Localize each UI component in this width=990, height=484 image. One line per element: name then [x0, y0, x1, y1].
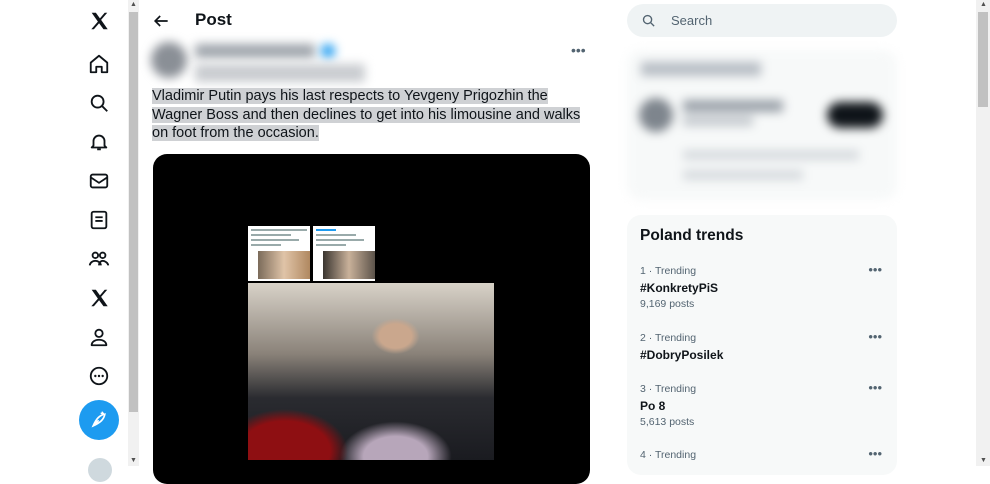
left-nav: [78, 0, 120, 466]
post-text: Vladimir Putin pays his last respects to…: [152, 87, 592, 143]
more-horizontal-icon[interactable]: •••: [571, 42, 586, 58]
trend-item[interactable]: 1 · Trending #KonkretyPiS 9,169 posts ••…: [640, 263, 890, 311]
trends-title: Poland trends: [640, 227, 744, 244]
trend-name: Po 8: [640, 399, 666, 413]
video-frame: [248, 283, 494, 460]
page-title: Post: [195, 10, 232, 29]
trend-meta: 4 · Trending: [640, 449, 697, 461]
home-icon[interactable]: [78, 47, 120, 81]
lists-icon[interactable]: [78, 203, 120, 237]
more-horizontal-icon[interactable]: •••: [868, 330, 882, 343]
embedded-post-thumbnail: [313, 226, 375, 281]
scroll-down-arrow[interactable]: ▼: [128, 456, 139, 466]
search-icon[interactable]: [78, 86, 120, 120]
scroll-down-arrow[interactable]: ▼: [978, 456, 989, 466]
compose-button[interactable]: [79, 400, 119, 440]
trend-item[interactable]: 2 · Trending #DobryPosilek •••: [640, 330, 890, 364]
bell-icon[interactable]: [78, 125, 120, 159]
trend-meta: 1 · Trending: [640, 265, 697, 277]
suggested-handle: [683, 116, 753, 126]
x-premium-icon[interactable]: [78, 281, 120, 315]
post-text-content: Vladimir Putin pays his last respects to…: [152, 88, 581, 141]
x-logo-icon[interactable]: [78, 4, 120, 38]
trend-item[interactable]: 4 · Trending •••: [640, 447, 890, 462]
suggested-bio: [683, 150, 859, 160]
panel-title: [641, 62, 761, 76]
scrollbar-thumb[interactable]: [978, 12, 988, 107]
suggested-bio: [683, 170, 803, 180]
scroll-up-arrow[interactable]: ▲: [128, 0, 139, 10]
suggested-name[interactable]: [683, 100, 783, 112]
account-avatar[interactable]: [88, 458, 112, 482]
search-icon: [642, 14, 655, 27]
author-name[interactable]: [195, 44, 315, 58]
post-video[interactable]: [153, 154, 590, 484]
trend-name: #DobryPosilek: [640, 348, 724, 362]
page-scrollbar[interactable]: ▲ ▼: [976, 0, 990, 466]
profile-icon[interactable]: [78, 320, 120, 354]
mail-icon[interactable]: [78, 164, 120, 198]
trend-name: #KonkretyPiS: [640, 281, 719, 295]
main-scrollbar[interactable]: ▲ ▼: [128, 0, 139, 466]
trend-item[interactable]: 3 · Trending Po 8 5,613 posts •••: [640, 381, 890, 429]
back-arrow-icon[interactable]: [151, 11, 171, 31]
embedded-post-thumbnail: [248, 226, 310, 281]
post-column: Post ••• Vladimir Putin pays his last re…: [139, 0, 604, 484]
follow-button[interactable]: [827, 102, 883, 128]
verified-badge-icon: [321, 44, 335, 58]
more-horizontal-icon[interactable]: •••: [868, 263, 882, 276]
search-input[interactable]: [671, 12, 871, 29]
trend-meta: 3 · Trending: [640, 383, 697, 395]
communities-icon[interactable]: [78, 242, 120, 276]
scrollbar-thumb[interactable]: [129, 12, 138, 412]
suggested-avatar[interactable]: [639, 98, 673, 132]
trend-count: 5,613 posts: [640, 416, 695, 428]
who-to-follow-panel: [627, 50, 897, 200]
scroll-up-arrow[interactable]: ▲: [978, 0, 989, 10]
more-horizontal-icon[interactable]: •••: [868, 381, 882, 394]
more-horizontal-icon[interactable]: •••: [868, 447, 882, 460]
author-avatar[interactable]: [151, 42, 187, 78]
author-handle[interactable]: [195, 64, 365, 82]
trends-panel: Poland trends 1 · Trending #KonkretyPiS …: [627, 215, 897, 475]
more-circle-icon[interactable]: [78, 359, 120, 393]
trend-meta: 2 · Trending: [640, 332, 697, 344]
trend-count: 9,169 posts: [640, 298, 695, 310]
search-box[interactable]: [627, 4, 897, 37]
compose-icon: [91, 411, 106, 428]
